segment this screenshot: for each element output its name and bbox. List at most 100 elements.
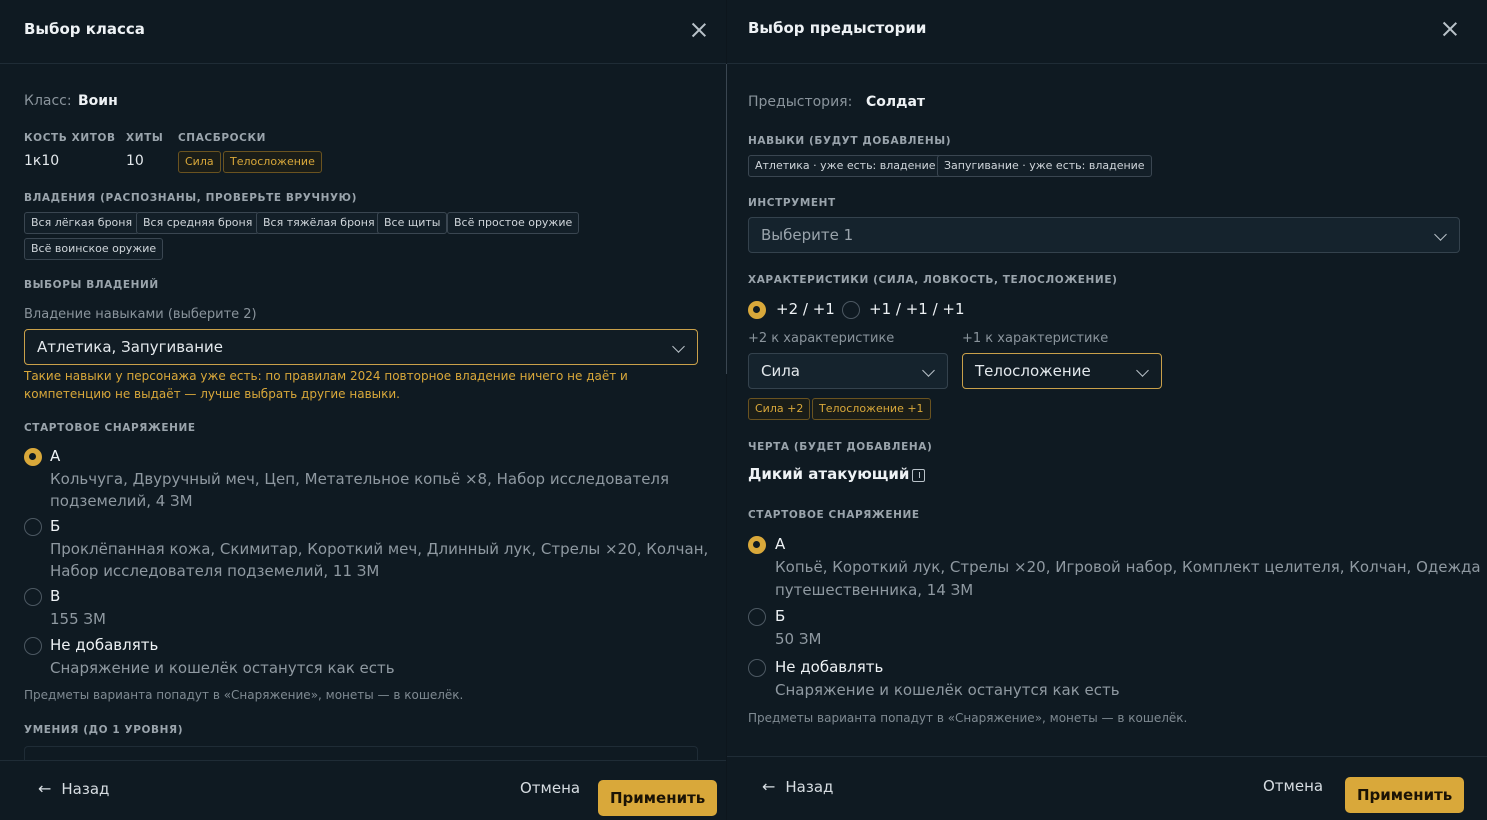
- ability-mode-radio-2-1[interactable]: [748, 301, 766, 319]
- equipment-option-desc: путешественника, 14 ЗМ: [775, 581, 974, 599]
- skill-chip: Запугивание · уже есть: владение: [937, 155, 1152, 177]
- background-selection-dialog: Выбор предыстории Предыстория: Солдат НА…: [727, 0, 1487, 820]
- equipment-note: Предметы варианта попадут в «Снаряжение»…: [748, 711, 1188, 725]
- tool-label: ИНСТРУМЕНТ: [748, 197, 836, 209]
- equipment-label: СТАРТОВОЕ СНАРЯЖЕНИЕ: [24, 422, 196, 434]
- background-label: Предыстория:: [748, 94, 853, 110]
- class-value: Воин: [78, 93, 118, 109]
- tool-select[interactable]: Выберите 1: [748, 217, 1460, 253]
- feat-label: ЧЕРТА (БУДЕТ ДОБАВЛЕНА): [748, 441, 933, 453]
- equipment-option-title: Б: [50, 517, 61, 535]
- hit-die-label: КОСТЬ ХИТОВ: [24, 132, 116, 144]
- plus2-select-value: Сила: [761, 362, 801, 380]
- skills-section-label: УМЕНИЯ (ДО 1 УРОВНЯ): [24, 724, 184, 736]
- chevron-down-icon: [922, 364, 935, 377]
- skills-section-box: [24, 746, 698, 760]
- ability-mode-label: +2 / +1: [776, 300, 835, 318]
- dialog-footer: ← Назад Отмена Применить: [727, 756, 1487, 820]
- choices-label: ВЫБОРЫ ВЛАДЕНИЙ: [24, 279, 159, 291]
- proficiency-chip: Все щиты: [377, 212, 448, 234]
- dialog-header: Выбор предыстории: [727, 0, 1487, 64]
- dialog-title: Выбор предыстории: [748, 19, 927, 37]
- proficiency-chip: Вся средняя броня: [136, 212, 260, 234]
- skills-select[interactable]: Атлетика, Запугивание: [24, 329, 698, 365]
- class-selection-dialog: Выбор класса Класс: Воин КОСТЬ ХИТОВ 1к1…: [0, 0, 726, 820]
- equipment-option-desc: Копьё, Короткий лук, Стрелы ×20, Игровой…: [775, 558, 1481, 576]
- hit-die-value: 1к10: [24, 153, 60, 169]
- plus1-select[interactable]: Телосложение: [962, 353, 1162, 389]
- equipment-radio-b[interactable]: [748, 608, 766, 626]
- equipment-option-desc: Проклёпанная кожа, Скимитар, Короткий ме…: [50, 540, 709, 558]
- tool-select-value: Выберите 1: [761, 226, 854, 244]
- hp-label: ХИТЫ: [126, 132, 164, 144]
- equipment-option-title: Б: [775, 607, 786, 625]
- hp-value: 10: [126, 153, 144, 169]
- plus2-select[interactable]: Сила: [748, 353, 948, 389]
- equipment-option-desc: Набор исследователя подземелий, 11 ЗМ: [50, 562, 380, 580]
- apply-button[interactable]: Применить: [1345, 777, 1465, 813]
- dialog-footer: ← Назад Отмена Применить: [0, 760, 726, 820]
- abilities-label: ХАРАКТЕРИСТИКИ (СИЛА, ЛОВКОСТЬ, ТЕЛОСЛОЖ…: [748, 274, 1118, 286]
- plus1-label: +1 к характеристике: [962, 331, 1109, 346]
- equipment-option-title: Не добавлять: [50, 636, 159, 654]
- apply-button[interactable]: Применить: [598, 780, 718, 816]
- equipment-option-desc: подземелий, 4 ЗМ: [50, 492, 193, 510]
- equipment-option-desc: 155 ЗМ: [50, 610, 106, 628]
- info-icon[interactable]: [912, 469, 925, 482]
- equipment-option-title: В: [50, 587, 61, 605]
- ability-mode-label: +1 / +1 / +1: [869, 300, 965, 318]
- warning-line-1: Такие навыки у персонажа уже есть: по пр…: [24, 369, 628, 383]
- equipment-label: СТАРТОВОЕ СНАРЯЖЕНИЕ: [748, 509, 920, 521]
- feat-value: Дикий атакующий: [748, 465, 910, 483]
- equipment-option-desc: Снаряжение и кошелёк останутся как есть: [50, 659, 395, 677]
- equipment-option-desc: 50 ЗМ: [775, 630, 822, 648]
- skill-chip: Атлетика · уже есть: владение: [748, 155, 943, 177]
- proficiency-chip: Всё простое оружие: [447, 212, 580, 234]
- bonus-chip: Телосложение +1: [812, 398, 931, 420]
- save-chip: Сила: [178, 151, 221, 173]
- chevron-down-icon: [1434, 228, 1447, 241]
- cancel-button[interactable]: Отмена: [1263, 777, 1323, 795]
- plus1-select-value: Телосложение: [975, 362, 1091, 380]
- back-label: Назад: [785, 778, 834, 796]
- equipment-radio-none[interactable]: [748, 659, 766, 677]
- equipment-radio-a[interactable]: [748, 536, 766, 554]
- equipment-option-title: Не добавлять: [775, 658, 884, 676]
- cancel-button[interactable]: Отмена: [520, 779, 580, 797]
- proficiency-chip: Вся тяжёлая броня: [256, 212, 382, 234]
- proficiencies-label: ВЛАДЕНИЯ (РАСПОЗНАНЫ, ПРОВЕРЬТЕ ВРУЧНУЮ): [24, 192, 357, 204]
- arrow-left-icon: ←: [762, 777, 776, 796]
- equipment-radio-b[interactable]: [24, 518, 42, 536]
- equipment-note: Предметы варианта попадут в «Снаряжение»…: [24, 688, 464, 702]
- plus2-label: +2 к характеристике: [748, 331, 895, 346]
- bonus-chip: Сила +2: [748, 398, 811, 420]
- dialog-header: Выбор класса: [0, 0, 726, 64]
- equipment-option-title: А: [775, 535, 786, 553]
- arrow-left-icon: ←: [38, 779, 52, 798]
- chevron-down-icon: [672, 340, 685, 353]
- back-button[interactable]: ← Назад: [762, 777, 833, 796]
- dialog-title: Выбор класса: [24, 20, 145, 38]
- close-icon[interactable]: [690, 21, 708, 39]
- equipment-radio-v[interactable]: [24, 588, 42, 606]
- close-icon[interactable]: [1441, 20, 1459, 38]
- skills-field-label: Владение навыками (выберите 2): [24, 307, 257, 322]
- ability-mode-radio-1-1-1[interactable]: [842, 301, 860, 319]
- skills-select-value: Атлетика, Запугивание: [37, 338, 224, 356]
- equipment-radio-none[interactable]: [24, 637, 42, 655]
- proficiency-chip: Вся лёгкая броня: [24, 212, 140, 234]
- save-chip: Телосложение: [223, 151, 322, 173]
- saves-label: СПАСБРОСКИ: [178, 132, 267, 144]
- equipment-option-desc: Снаряжение и кошелёк останутся как есть: [775, 681, 1120, 699]
- equipment-option-desc: Кольчуга, Двуручный меч, Цеп, Метательно…: [50, 470, 670, 488]
- skills-label: НАВЫКИ (БУДУТ ДОБАВЛЕНЫ): [748, 135, 952, 147]
- equipment-option-title: А: [50, 447, 61, 465]
- chevron-down-icon: [1136, 364, 1149, 377]
- back-label: Назад: [61, 780, 110, 798]
- equipment-radio-a[interactable]: [24, 448, 42, 466]
- warning-line-2: компетенцию не выдаёт — лучше выбрать др…: [24, 387, 400, 401]
- proficiency-chip: Всё воинское оружие: [24, 238, 164, 260]
- back-button[interactable]: ← Назад: [38, 779, 109, 798]
- class-label: Класс:: [24, 93, 72, 109]
- background-value: Солдат: [866, 94, 926, 110]
